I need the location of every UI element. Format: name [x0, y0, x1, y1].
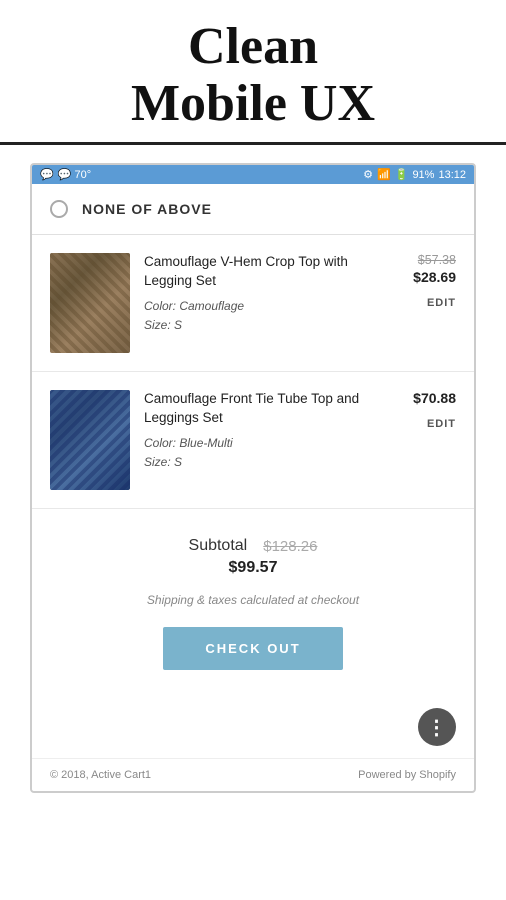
product-image-2: [50, 390, 130, 490]
signal-icon: 📶: [377, 168, 391, 181]
product-pricing-2: $70.88 EDIT: [386, 390, 456, 432]
fab-button[interactable]: ⋮: [418, 708, 456, 746]
product-color-2: Color: Blue-Multi: [144, 434, 372, 453]
battery-percent: 91%: [412, 169, 434, 181]
subtotal-sale-price: $99.57: [50, 559, 456, 577]
subtotal-section: Subtotal $128.26 $99.57 Shipping & taxes…: [32, 509, 474, 708]
edit-button-1[interactable]: EDIT: [427, 297, 456, 309]
product-color-1: Color: Camouflage: [144, 297, 372, 316]
none-of-above-label: NONE OF ABOVE: [82, 201, 212, 217]
clock: 13:12: [438, 169, 466, 181]
more-icon: ⋮: [427, 715, 448, 740]
status-bar-left: 💬 💬 70°: [40, 168, 91, 181]
product-pricing-1: $57.38 $28.69 EDIT: [386, 253, 456, 311]
page-header: CleanMobile UX: [0, 0, 506, 145]
product-name-2: Camouflage Front Tie Tube Top and Leggin…: [144, 390, 372, 428]
edit-button-2[interactable]: EDIT: [427, 418, 456, 430]
sale-price-1: $28.69: [386, 269, 456, 285]
radio-button[interactable]: [50, 200, 68, 218]
phone-frame: 💬 💬 70° ⚙ 📶 🔋 91% 13:12 NONE OF ABOVE Ca…: [30, 163, 476, 793]
bluetooth-icon: ⚙: [363, 168, 373, 181]
chat-icon: 💬: [40, 168, 54, 181]
checkout-button[interactable]: CHECK OUT: [163, 627, 343, 670]
product-size-1: Size: S: [144, 316, 372, 335]
product-image-1: [50, 253, 130, 353]
subtotal-row: Subtotal $128.26: [50, 537, 456, 555]
subtotal-original-price: $128.26: [263, 538, 317, 555]
status-bar: 💬 💬 70° ⚙ 📶 🔋 91% 13:12: [32, 165, 474, 184]
product-details-2: Camouflage Front Tie Tube Top and Leggin…: [144, 390, 372, 472]
sale-price-2: $70.88: [386, 390, 456, 406]
powered-by: Powered by Shopify: [358, 769, 456, 781]
none-of-above-option[interactable]: NONE OF ABOVE: [32, 184, 474, 235]
cart-item: Camouflage V-Hem Crop Top with Legging S…: [32, 235, 474, 372]
product-size-2: Size: S: [144, 453, 372, 472]
original-price-1: $57.38: [386, 253, 456, 267]
phone-footer: © 2018, Active Cart1 Powered by Shopify: [32, 758, 474, 791]
cart-item-2: Camouflage Front Tie Tube Top and Leggin…: [32, 372, 474, 509]
product-details-1: Camouflage V-Hem Crop Top with Legging S…: [144, 253, 372, 335]
temperature: 💬 70°: [58, 168, 91, 181]
product-name-1: Camouflage V-Hem Crop Top with Legging S…: [144, 253, 372, 291]
battery-icon: 🔋: [395, 168, 409, 181]
subtotal-label: Subtotal: [189, 537, 248, 555]
page-title: CleanMobile UX: [20, 18, 486, 132]
status-bar-right: ⚙ 📶 🔋 91% 13:12: [363, 168, 466, 181]
copyright: © 2018, Active Cart1: [50, 769, 151, 781]
shipping-note: Shipping & taxes calculated at checkout: [50, 593, 456, 607]
